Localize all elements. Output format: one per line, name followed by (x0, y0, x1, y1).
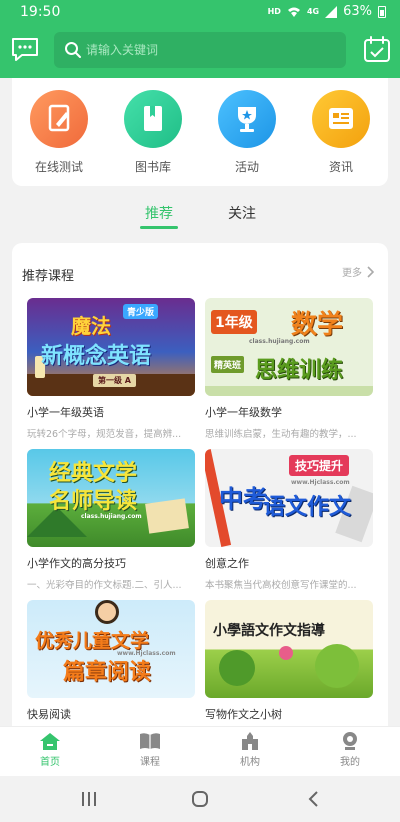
course-title: 写物作文之小树 (205, 708, 282, 721)
active-tab-indicator (140, 226, 178, 229)
course-title: 小学一年级英语 (27, 406, 104, 419)
course-desc: 玩转26个字母，规范发音，提高辨... (27, 429, 182, 440)
battery-percent: 63% (343, 4, 372, 19)
thumb-title: 中考 (219, 485, 267, 513)
course-desc: 本书聚焦当代高校创意写作课堂的... (205, 580, 357, 591)
nav-label: 我的 (340, 757, 360, 768)
system-nav-bar (0, 776, 400, 822)
quick-entry-label: 在线测试 (34, 160, 83, 174)
quick-entry-online-test[interactable]: 在线测试 (19, 90, 99, 175)
status-bar: 19:50 HD 4G 63% (0, 0, 400, 26)
nav-label: 机构 (240, 757, 260, 768)
course-thumbnail: 1年级 数学 class.hujiang.com 精英班 思维训练 (205, 298, 373, 396)
thumb-subtitle: 篇章阅读 (63, 660, 152, 685)
status-time: 19:50 (20, 4, 61, 20)
course-desc: 一、光彩夺目的作文标题.二、引人... (27, 580, 182, 591)
thumb-title: 优秀儿童文学 (35, 630, 150, 652)
course-title: 创意之作 (205, 557, 249, 570)
thumb-site: www.Hjclass.com (291, 479, 350, 486)
calendar-icon[interactable] (362, 34, 392, 64)
course-thumbnail: 经典文学 名师导读 class.hujiang.com (27, 449, 195, 547)
book-icon (124, 90, 182, 148)
chevron-right-icon (367, 265, 374, 278)
course-desc: 思维训练启蒙，生动有趣的教学，... (205, 429, 357, 440)
thumb-title: 1年级 (211, 310, 257, 334)
quick-entries: 在线测试 图书库 活动 资讯 (12, 78, 388, 186)
user-icon (343, 732, 357, 750)
nav-mine[interactable]: 我的 (320, 731, 380, 768)
course-card[interactable]: 经典文学 名师导读 class.hujiang.com 小学作文的高分技巧 一、… (27, 449, 195, 591)
more-link[interactable]: 更多 (342, 264, 374, 279)
nav-home[interactable]: 首页 (20, 731, 80, 768)
search-bar[interactable] (54, 32, 346, 68)
wifi-icon (287, 7, 300, 17)
thumb-tag: 技巧提升 (289, 455, 350, 476)
course-title: 快易阅读 (27, 708, 71, 721)
course-title: 小学作文的高分技巧 (27, 557, 126, 570)
thumb-subtitle: 思维训练 (255, 358, 344, 383)
thumb-site: class.hujiang.com (249, 338, 310, 345)
quick-entry-label: 资讯 (328, 160, 353, 174)
search-input[interactable] (86, 38, 336, 62)
network-type: HD (267, 7, 281, 16)
course-card[interactable]: 魔法 青少版 新概念英语 第一级 A 小学一年级英语 玩转26个字母，规范发音，… (27, 298, 195, 440)
thumb-subtitle: 新概念英语 (41, 344, 152, 369)
course-card[interactable]: 优秀儿童文学 篇章阅读 www.Hjclass.com 快易阅读 (27, 600, 195, 722)
recommended-courses-card: 推荐课程 更多 魔法 青少版 新概念英语 第一级 A 小学一年级英语 玩转26个… (12, 243, 388, 743)
thumb-title: 魔法 (71, 314, 111, 338)
nav-institution[interactable]: 机构 (220, 731, 280, 768)
thumb-tag: 精英班 (211, 356, 245, 373)
thumb-title: 小學語文作文指導 (213, 623, 325, 639)
home-button-icon[interactable] (191, 790, 209, 808)
course-thumbnail: 小學語文作文指導 (205, 600, 373, 698)
signal-icon (325, 5, 338, 18)
pencil-doc-icon (30, 90, 88, 148)
signal-type: 4G (306, 7, 320, 16)
battery-icon (378, 5, 386, 18)
quick-entry-news[interactable]: 资讯 (301, 90, 381, 175)
more-label: 更多 (342, 268, 362, 279)
course-card[interactable]: 小學語文作文指導 写物作文之小树 (205, 600, 373, 722)
app-header: 19:50 HD 4G 63% (0, 0, 400, 78)
nav-label: 首页 (40, 757, 60, 768)
course-thumbnail: 技巧提升 中考 语文作文 www.Hjclass.com (205, 449, 373, 547)
course-thumbnail: 优秀儿童文学 篇章阅读 www.Hjclass.com (27, 600, 195, 698)
back-icon[interactable] (305, 790, 323, 808)
trophy-icon (218, 90, 276, 148)
quick-entry-activity[interactable]: 活动 (207, 90, 287, 175)
thumb-site: www.Hjclass.com (117, 650, 176, 657)
search-icon (65, 42, 81, 58)
quick-entry-label: 活动 (234, 160, 259, 174)
quick-entry-library[interactable]: 图书库 (113, 90, 193, 175)
course-card[interactable]: 技巧提升 中考 语文作文 www.Hjclass.com 创意之作 本书聚焦当代… (205, 449, 373, 591)
news-icon (312, 90, 370, 148)
thumb-subtitle: 名师导读 (49, 489, 138, 514)
course-thumbnail: 魔法 青少版 新概念英语 第一级 A (27, 298, 195, 396)
course-title: 小学一年级数学 (205, 406, 282, 419)
home-icon (40, 733, 60, 750)
thumb-level: 第一级 A (93, 374, 136, 387)
quick-entry-label: 图书库 (134, 160, 171, 174)
thumb-badge: 青少版 (123, 304, 159, 319)
status-icons: HD 4G 63% (268, 4, 386, 19)
nav-label: 课程 (140, 757, 160, 768)
recent-apps-icon[interactable] (80, 790, 98, 808)
thumb-subtitle: 语文作文 (263, 495, 352, 520)
course-card[interactable]: 1年级 数学 class.hujiang.com 精英班 思维训练 小学一年级数… (205, 298, 373, 440)
bottom-nav: 首页 课程 机构 我的 (0, 726, 400, 776)
tab-recommend[interactable]: 推荐 (145, 203, 173, 223)
tab-follow[interactable]: 关注 (228, 203, 256, 223)
thumb-subtitle: 数学 (291, 310, 344, 340)
chat-icon[interactable] (10, 34, 40, 64)
building-icon (242, 732, 258, 750)
section-title: 推荐课程 (22, 269, 75, 284)
nav-course[interactable]: 课程 (120, 731, 180, 768)
open-book-icon (140, 733, 160, 749)
thumb-site: class.hujiang.com (81, 513, 142, 520)
